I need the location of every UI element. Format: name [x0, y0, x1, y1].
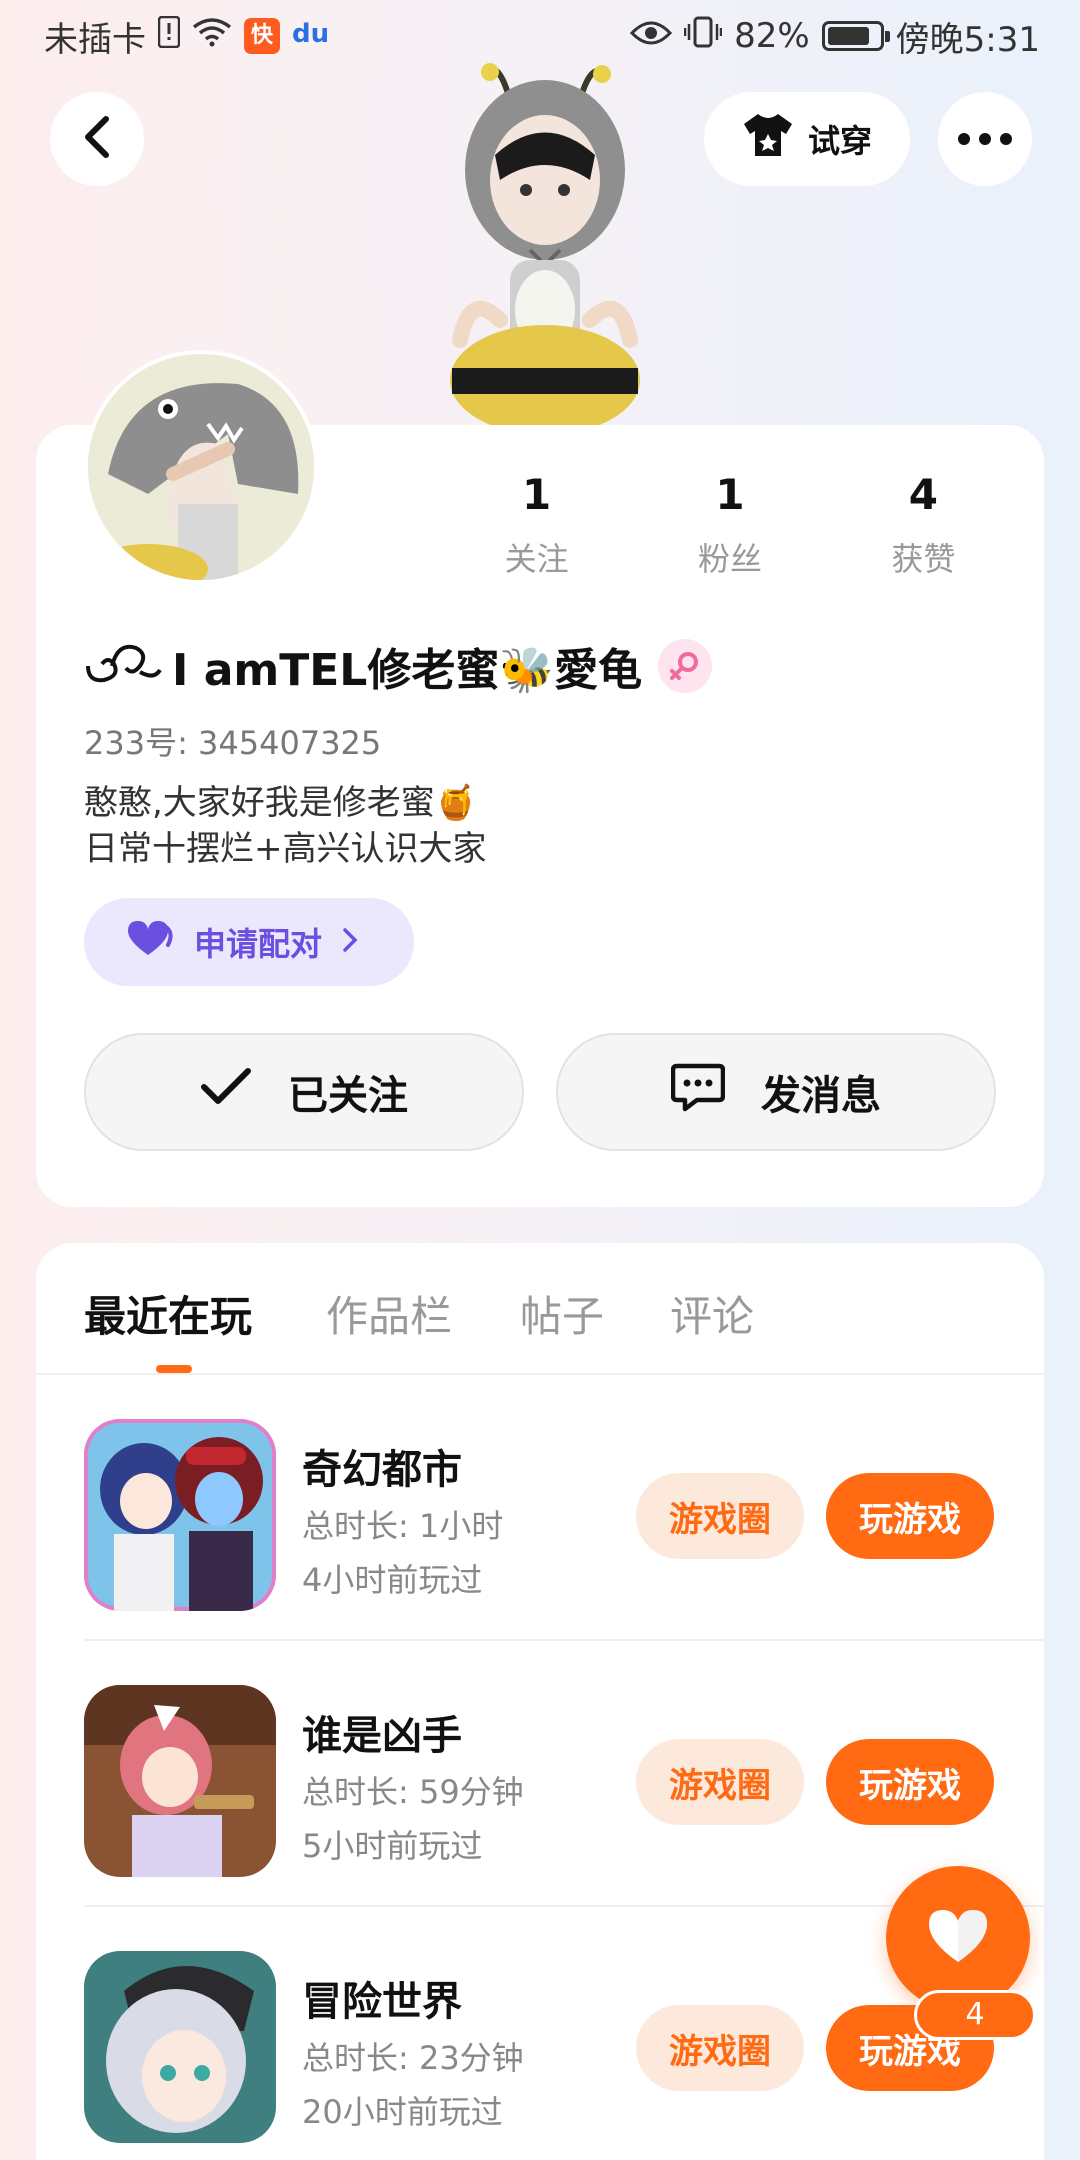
- send-message-label: 发消息: [761, 1073, 881, 1119]
- game-icon[interactable]: [84, 1419, 276, 1611]
- request-pair-button[interactable]: 申请配对: [84, 898, 414, 986]
- vibrate-icon: [683, 16, 723, 57]
- stat-following[interactable]: 1 关注: [440, 470, 633, 580]
- game-last-played: 20小时前玩过: [302, 2093, 503, 2131]
- wifi-icon: [192, 16, 232, 56]
- more-options-button[interactable]: [938, 92, 1032, 186]
- status-right: 82% 傍晚5:31: [629, 12, 1040, 61]
- followed-label: 已关注: [288, 1073, 408, 1119]
- battery-icon: [821, 21, 890, 51]
- game-total-duration: 总时长: 59分钟: [302, 1773, 524, 1811]
- bio: 憨憨,大家好我是修老蜜🍯 日常十摆烂+高兴认识大家: [84, 780, 487, 872]
- decorative-swirl-icon: [84, 636, 164, 697]
- user-id: 233号: 345407325: [84, 724, 382, 762]
- game-list-item[interactable]: 谁是凶手 总时长: 59分钟 5小时前玩过 游戏圈 玩游戏: [84, 1641, 1044, 1907]
- like-count-badge: 4: [914, 1990, 1036, 2040]
- stat-value: 1: [715, 470, 745, 519]
- game-name: 奇幻都市: [302, 1447, 462, 1493]
- game-total-duration: 总时长: 23分钟: [302, 2039, 524, 2077]
- eye-comfort-icon: [629, 16, 673, 56]
- game-last-played: 4小时前玩过: [302, 1561, 483, 1599]
- play-game-button[interactable]: 玩游戏: [826, 1739, 994, 1825]
- baidu-app-icon: du: [292, 19, 330, 49]
- game-total-duration: 总时长: 1小时: [302, 1507, 504, 1545]
- more-dots-icon: [958, 130, 1012, 149]
- game-list-item[interactable]: 奇幻都市 总时长: 1小时 4小时前玩过 游戏圈 玩游戏: [84, 1375, 1044, 1641]
- back-button[interactable]: [50, 92, 144, 186]
- tab-recently-played[interactable]: 最近在玩: [84, 1283, 252, 1344]
- profile-avatar[interactable]: [84, 350, 318, 584]
- stat-label: 粉丝: [697, 540, 762, 578]
- battery-level: [827, 27, 869, 45]
- tab-works[interactable]: 作品栏: [326, 1283, 452, 1344]
- content-card: 最近在玩 作品栏 帖子 评论 奇幻都市 总时长: 1小时 4小时前玩过 游戏圈 …: [36, 1243, 1044, 2160]
- heart-pair-icon: [126, 919, 174, 965]
- followed-button[interactable]: 已关注: [84, 1033, 524, 1151]
- tshirt-icon: [742, 112, 794, 166]
- game-circle-button[interactable]: 游戏圈: [636, 1739, 804, 1825]
- tab-bar: 最近在玩 作品栏 帖子 评论: [36, 1243, 1044, 1375]
- chat-bubble-icon: [670, 1062, 726, 1122]
- clock-time: 傍晚5:31: [895, 19, 1040, 60]
- female-gender-icon: [658, 639, 713, 693]
- sim-alert-icon: [157, 15, 181, 57]
- stat-label: 关注: [504, 540, 569, 578]
- game-name: 谁是凶手: [302, 1713, 462, 1759]
- like-button[interactable]: [886, 1866, 1030, 2010]
- stat-value: 4: [908, 470, 938, 519]
- stat-followers[interactable]: 1 粉丝: [633, 470, 826, 580]
- game-last-played: 5小时前玩过: [302, 1827, 483, 1865]
- avatar-3d-figure: [430, 60, 660, 435]
- chevron-left-icon: [82, 115, 112, 163]
- profile-stats: 1 关注 1 粉丝 4 获赞: [440, 470, 1020, 580]
- bio-line: 日常十摆烂+高兴认识大家: [84, 829, 487, 869]
- checkmark-icon: [200, 1067, 252, 1117]
- username-row: I amTEL修老蜜🐝愛龟: [84, 636, 713, 697]
- kuaishou-app-icon: 快: [244, 18, 280, 54]
- stat-likes[interactable]: 4 获赞: [827, 470, 1020, 580]
- carrier-text: 未插卡: [44, 19, 146, 60]
- tab-posts[interactable]: 帖子: [520, 1283, 604, 1344]
- game-circle-button[interactable]: 游戏圈: [636, 2005, 804, 2091]
- battery-percentage: 82%: [734, 16, 810, 56]
- game-icon[interactable]: [84, 1951, 276, 2143]
- active-tab-indicator: [156, 1365, 192, 1373]
- bio-line: 憨憨,大家好我是修老蜜🍯: [84, 783, 478, 823]
- try-on-label: 试穿: [807, 122, 872, 160]
- request-pair-label: 申请配对: [194, 925, 323, 963]
- status-left: 未插卡 快 du: [44, 12, 330, 61]
- game-icon[interactable]: [84, 1685, 276, 1877]
- play-game-button[interactable]: 玩游戏: [826, 1473, 994, 1559]
- send-message-button[interactable]: 发消息: [556, 1033, 996, 1151]
- game-circle-button[interactable]: 游戏圈: [636, 1473, 804, 1559]
- heart-icon: [927, 1908, 989, 1968]
- stat-value: 1: [522, 470, 552, 519]
- game-name: 冒险世界: [302, 1979, 462, 2025]
- username-text: I amTEL修老蜜🐝愛龟: [172, 645, 643, 696]
- chevron-right-icon: [342, 923, 358, 961]
- stat-label: 获赞: [891, 540, 956, 578]
- tab-comments[interactable]: 评论: [670, 1283, 754, 1344]
- try-on-button[interactable]: 试穿: [704, 92, 910, 186]
